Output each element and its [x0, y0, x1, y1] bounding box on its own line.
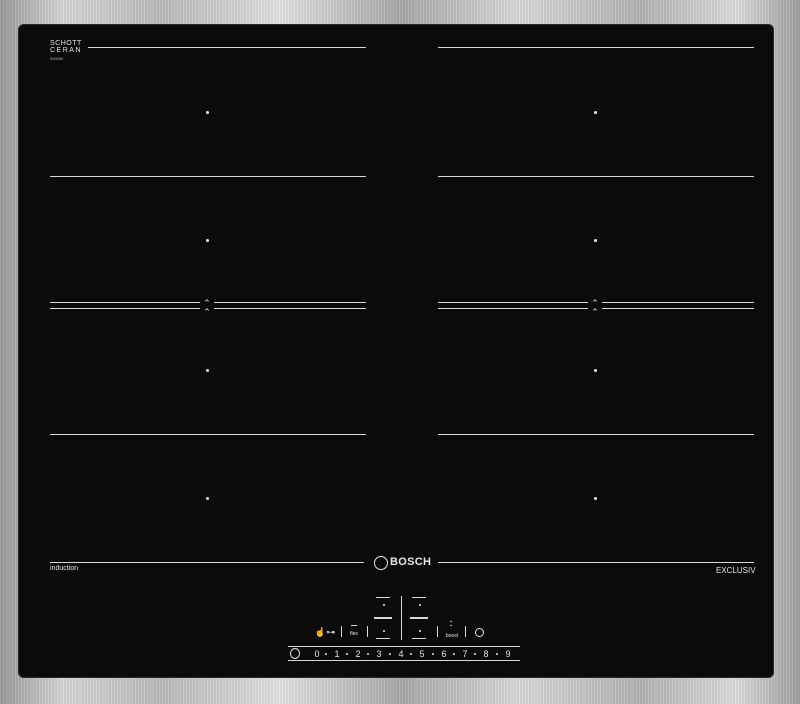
power-slider-track-bottom — [288, 660, 520, 661]
slider-dot-4 — [410, 653, 412, 655]
zone-divider-right-top — [438, 47, 754, 48]
brand-line-left — [50, 562, 364, 563]
zone-select-rear-left[interactable] — [383, 630, 385, 632]
flex-divider-left-b — [214, 302, 366, 309]
zone-select-front-left[interactable] — [383, 604, 385, 606]
flex-chevron-right-icon: ⌃ ⌃ — [591, 298, 599, 317]
slider-dot-7 — [474, 653, 476, 655]
slider-dot-0 — [325, 653, 327, 655]
bosch-logo-icon — [374, 556, 388, 570]
zone-selector-mid-left-bar — [374, 617, 392, 619]
boost-chevron-icon: ⌃ ⌃ — [448, 621, 454, 631]
flex-chevron-left-icon: ⌃ ⌃ — [203, 298, 211, 317]
zone-divider-right-2 — [438, 176, 754, 177]
schott-logo-line2: CERAN — [50, 47, 83, 54]
boost-button[interactable]: boost — [442, 631, 462, 641]
exclusiv-label: EXCLUSIV — [716, 566, 756, 575]
slider-value-8[interactable]: 8 — [480, 649, 492, 659]
zone-selector-bottom-right-mark — [412, 638, 426, 639]
slider-value-3[interactable]: 3 — [373, 649, 385, 659]
bosch-brand-name: BOSCH — [390, 556, 432, 568]
power-slider-track-top — [288, 646, 520, 647]
childlock-wipe-button[interactable]: ☝⊶ — [314, 627, 336, 637]
slider-dot-6 — [453, 653, 455, 655]
slider-value-0[interactable]: 0 — [311, 649, 323, 659]
control-separator-1 — [341, 626, 342, 637]
control-separator-4 — [465, 626, 466, 637]
zone-divider-left-4 — [50, 434, 366, 435]
zone-select-front-right[interactable] — [419, 604, 421, 606]
flex-button[interactable]: flex — [346, 629, 362, 639]
zone-left-4-center-dot — [206, 497, 209, 500]
flex-divider-left-a — [50, 302, 200, 309]
zone-left-3-center-dot — [206, 369, 209, 372]
zone-right-4-center-dot — [594, 497, 597, 500]
slider-dot-8 — [496, 653, 498, 655]
slider-dot-3 — [389, 653, 391, 655]
zone-selector-mid-right-bar — [410, 617, 428, 619]
slider-value-9[interactable]: 9 — [502, 649, 514, 659]
zone-selector-top-right-mark — [412, 597, 426, 598]
zone-divider-left-2 — [50, 176, 366, 177]
induction-label: induction — [50, 565, 79, 572]
zone-selector-top-left-mark — [376, 597, 390, 598]
flex-divider-right-b — [602, 302, 754, 309]
zone-right-3-center-dot — [594, 369, 597, 372]
slider-value-5[interactable]: 5 — [416, 649, 428, 659]
zone-select-rear-right[interactable] — [419, 630, 421, 632]
glass-ceramic-surface — [18, 24, 774, 678]
flex-divider-right-a — [438, 302, 588, 309]
slider-value-4[interactable]: 4 — [395, 649, 407, 659]
zone-divider-right-4 — [438, 434, 754, 435]
flex-icon-bar — [351, 625, 357, 626]
slider-dot-2 — [367, 653, 369, 655]
slider-value-1[interactable]: 1 — [331, 649, 343, 659]
zone-left-1-center-dot — [206, 111, 209, 114]
slider-value-6[interactable]: 6 — [438, 649, 450, 659]
glass-code: 000000 — [50, 56, 64, 61]
zone-selector-bottom-left-mark — [376, 638, 390, 639]
brand-line-right — [438, 562, 754, 563]
schott-logo-line1: SCHOTT — [50, 40, 82, 47]
zone-right-2-center-dot — [594, 239, 597, 242]
slider-dot-5 — [432, 653, 434, 655]
slider-dot-1 — [346, 653, 348, 655]
zone-divider-left-top — [88, 47, 366, 48]
zone-selector-vertical-divider — [401, 596, 402, 640]
clock-icon[interactable] — [475, 628, 484, 637]
zone-left-2-center-dot — [206, 239, 209, 242]
zone-right-1-center-dot — [594, 111, 597, 114]
power-icon[interactable] — [290, 648, 300, 659]
slider-value-2[interactable]: 2 — [352, 649, 364, 659]
slider-value-7[interactable]: 7 — [459, 649, 471, 659]
control-separator-3 — [437, 626, 438, 637]
control-separator-2 — [367, 626, 368, 637]
